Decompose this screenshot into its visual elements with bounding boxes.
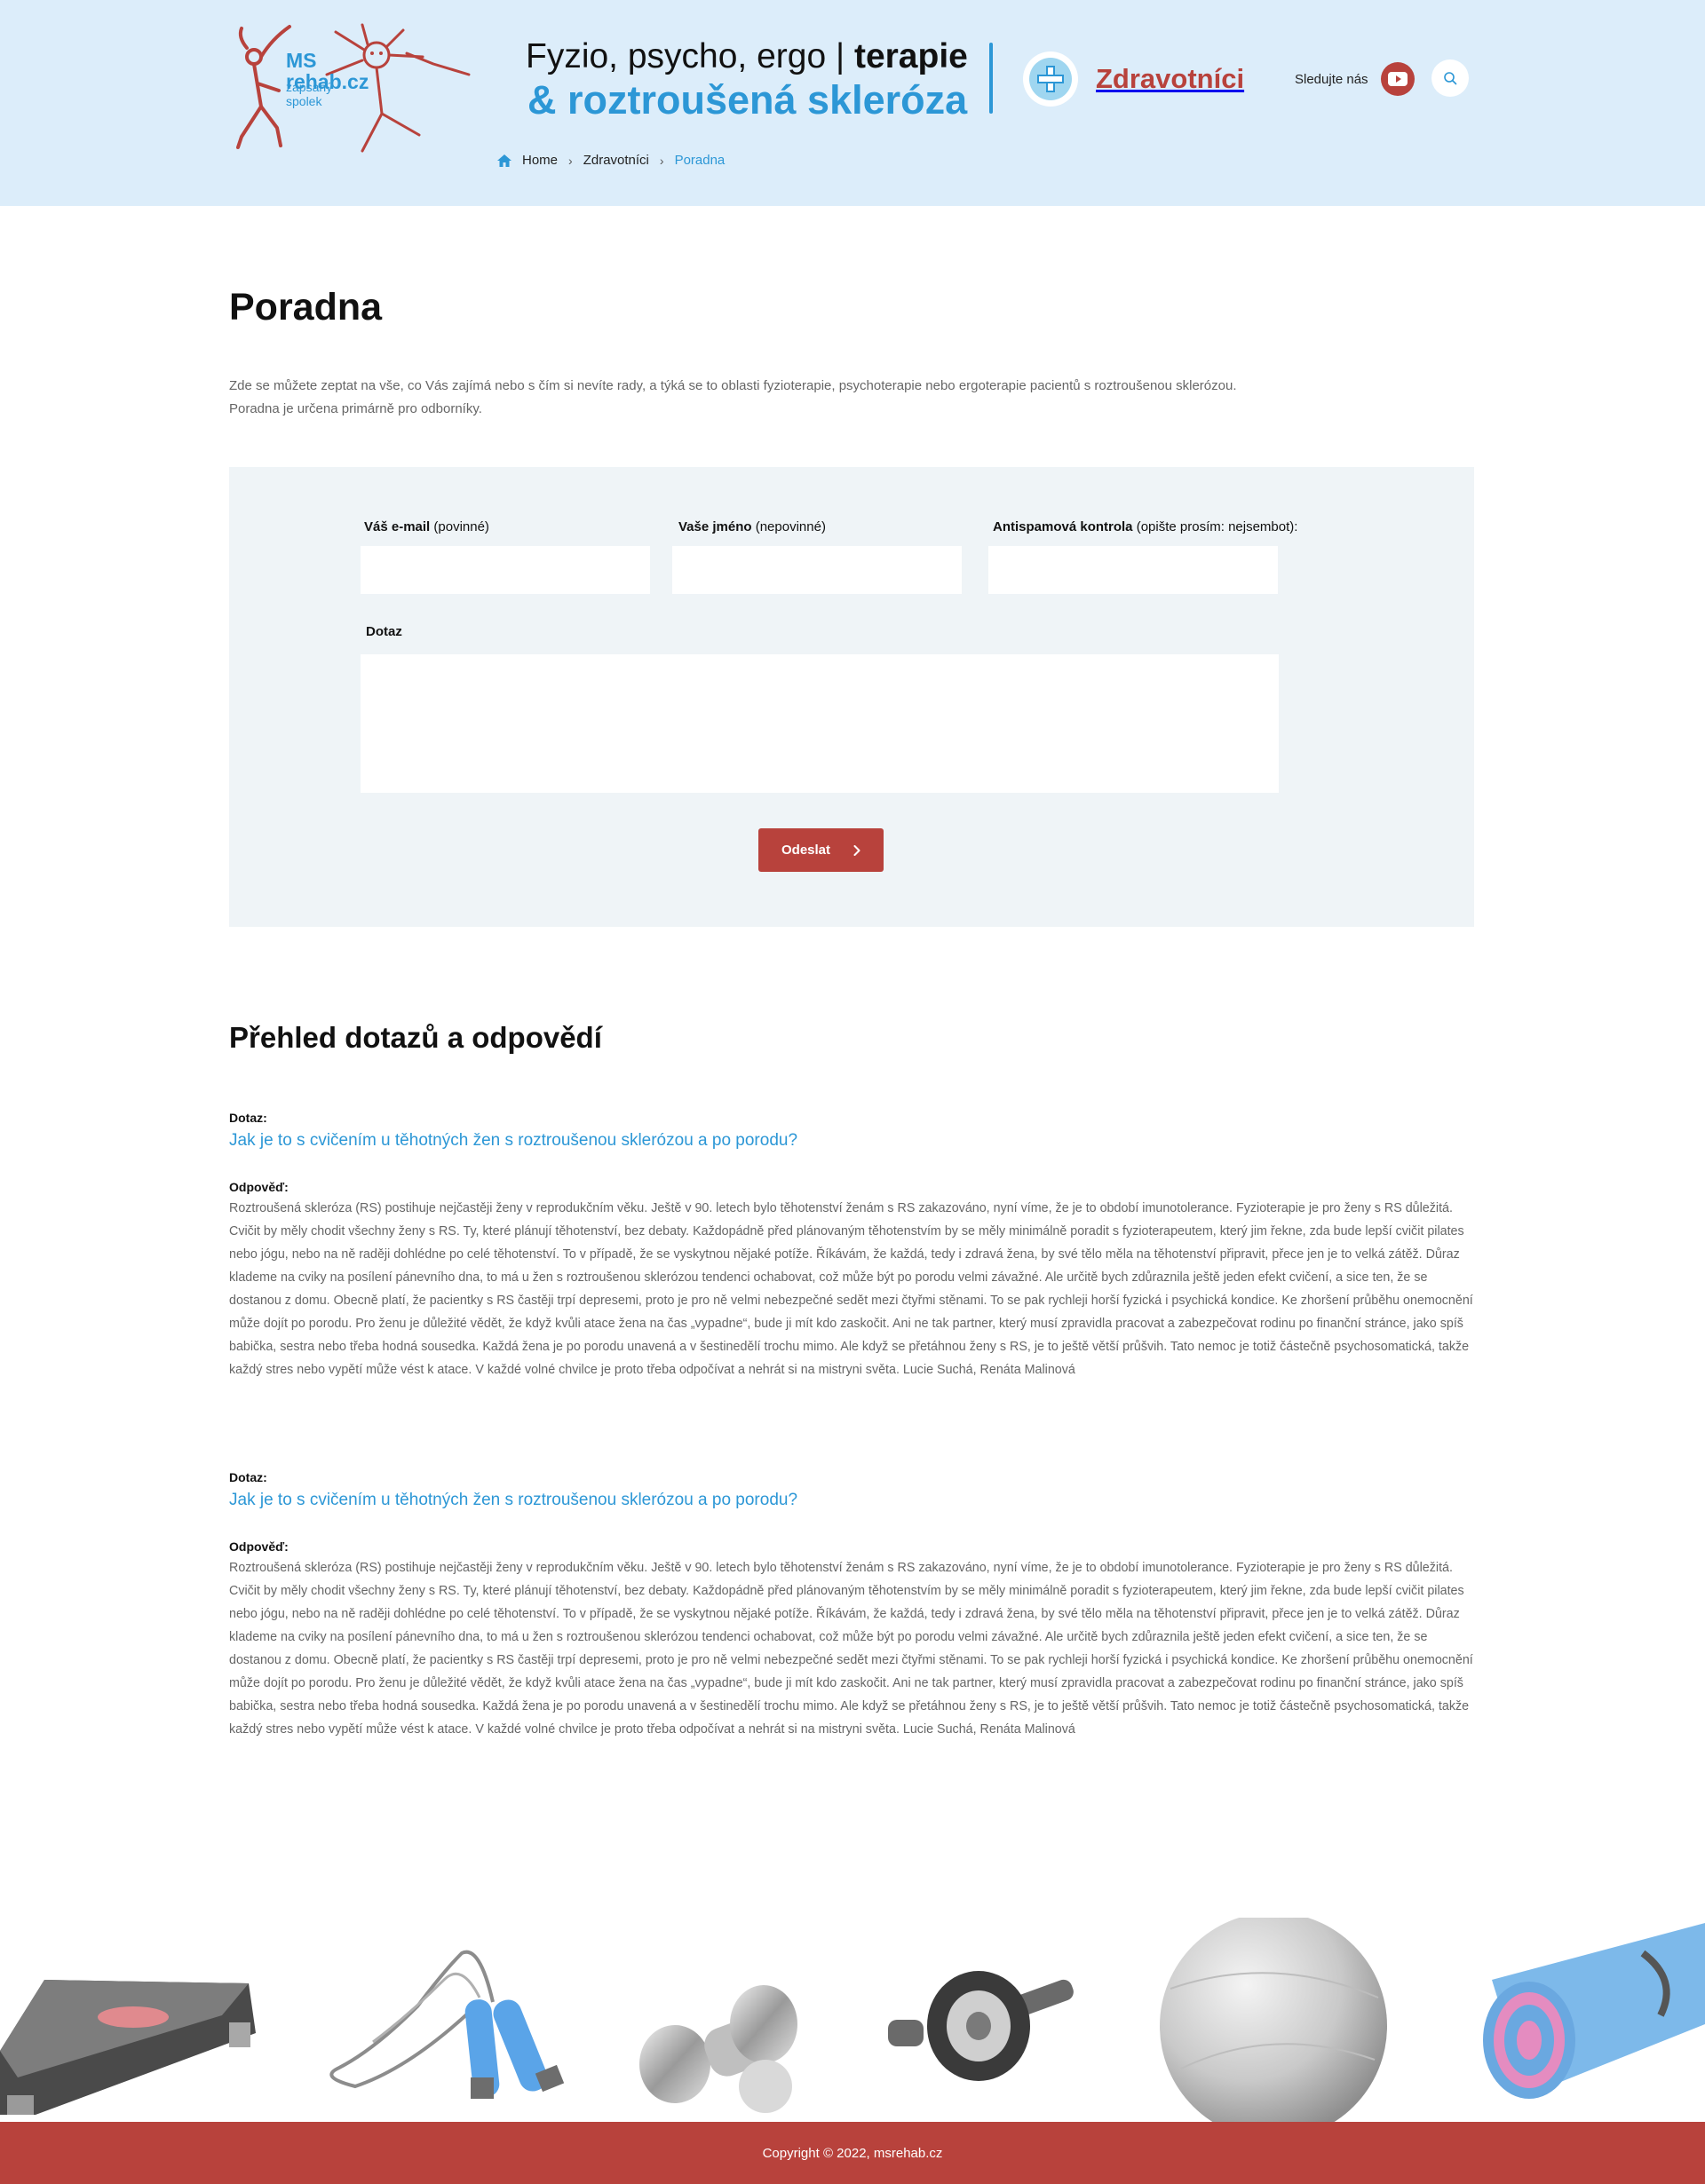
breadcrumb: Home › Zdravotníci › Poradna <box>497 153 725 168</box>
plus-icon <box>1023 51 1078 107</box>
site-footer: Copyright © 2022, msrehab.cz <box>0 2122 1705 2184</box>
site-tagline: Fyzio, psycho, ergo | terapie & roztrouš… <box>526 36 970 123</box>
youtube-icon <box>1387 72 1408 86</box>
breadcrumb-zdravotnici[interactable]: Zdravotníci <box>583 153 649 168</box>
antispam-field[interactable] <box>988 546 1278 594</box>
antispam-label: Antispamová kontrola (opište prosím: nej… <box>993 519 1298 534</box>
ab-roller-icon <box>888 1971 1074 2081</box>
tagline-line2: & roztroušená skleróza <box>527 77 968 123</box>
question-label: Dotaz <box>366 624 402 639</box>
equipment-strip <box>0 1918 1705 2122</box>
chevron-right-icon: › <box>568 153 573 168</box>
qa-section-title: Přehled dotazů a odpovědí <box>229 1021 602 1054</box>
site-header: MS rehab.cz zapsaný spolek Fyzio, psycho… <box>0 0 1705 206</box>
search-button[interactable] <box>1431 59 1469 97</box>
page-title: Poradna <box>229 286 383 328</box>
answer-text: Roztroušená skleróza (RS) postihuje nejč… <box>229 1201 1473 1377</box>
header-divider <box>989 43 993 114</box>
dumbbells-icon <box>639 1985 797 2113</box>
qa-item: Dotaz: Jak je to s cvičením u těhotných … <box>229 1110 1474 1381</box>
logo-sub-line2: spolek <box>286 94 322 108</box>
yoga-mat-icon <box>1483 1923 1705 2099</box>
answer-label: Odpověď: <box>229 1539 289 1554</box>
name-field[interactable] <box>672 546 962 594</box>
question-label: Dotaz: <box>229 1111 267 1125</box>
logo-sub-line1: zapsaný <box>286 80 333 94</box>
jump-rope-icon <box>329 1950 565 2099</box>
tagline-bold: terapie <box>853 37 968 75</box>
answer-text: Roztroušená skleróza (RS) postihuje nejč… <box>229 1561 1473 1737</box>
youtube-button[interactable] <box>1380 62 1415 96</box>
intro-line2: Poradna je určena primárně pro odborníky… <box>229 401 482 416</box>
submit-button[interactable]: Odeslat <box>758 828 884 872</box>
chevron-right-icon: › <box>659 153 664 168</box>
question-textarea[interactable] <box>361 654 1279 793</box>
chevron-right-icon <box>853 844 860 856</box>
section-link-zdravotnici[interactable]: Zdravotníci <box>1023 51 1244 107</box>
tagline-part1: Fyzio, psycho, ergo | <box>526 37 854 75</box>
follow-label: Sledujte nás <box>1295 71 1368 87</box>
social-follow: Sledujte nás <box>1295 62 1415 96</box>
breadcrumb-home[interactable]: Home <box>522 153 558 168</box>
copyright-text: Copyright © 2022, msrehab.cz <box>762 2145 943 2161</box>
question-link[interactable]: Jak je to s cvičením u těhotných žen s r… <box>229 1129 1474 1152</box>
answer-label: Odpověď: <box>229 1180 289 1194</box>
qa-item: Dotaz: Jak je to s cvičením u těhotných … <box>229 1469 1474 1741</box>
fitness-ball-icon <box>1160 1918 1387 2122</box>
question-label: Dotaz: <box>229 1470 267 1484</box>
section-link-label: Zdravotníci <box>1096 63 1245 94</box>
logo-subtitle: zapsaný spolek <box>286 80 332 108</box>
email-label: Váš e-mail (povinné) <box>364 519 489 534</box>
search-icon <box>1444 72 1457 85</box>
name-label: Vaše jméno (nepovinné) <box>678 519 826 534</box>
intro-line1: Zde se můžete zeptat na vše, co Vás zají… <box>229 378 1237 393</box>
page-intro: Zde se můžete zeptat na vše, co Vás zají… <box>229 375 1472 421</box>
home-icon <box>497 154 512 167</box>
question-link[interactable]: Jak je to s cvičením u těhotných žen s r… <box>229 1489 1474 1512</box>
email-field[interactable] <box>361 546 650 594</box>
logo-line-ms: MS <box>286 49 317 72</box>
breadcrumb-current: Poradna <box>674 153 726 168</box>
submit-label: Odeslat <box>781 843 831 858</box>
step-platform-icon <box>0 1980 256 2115</box>
